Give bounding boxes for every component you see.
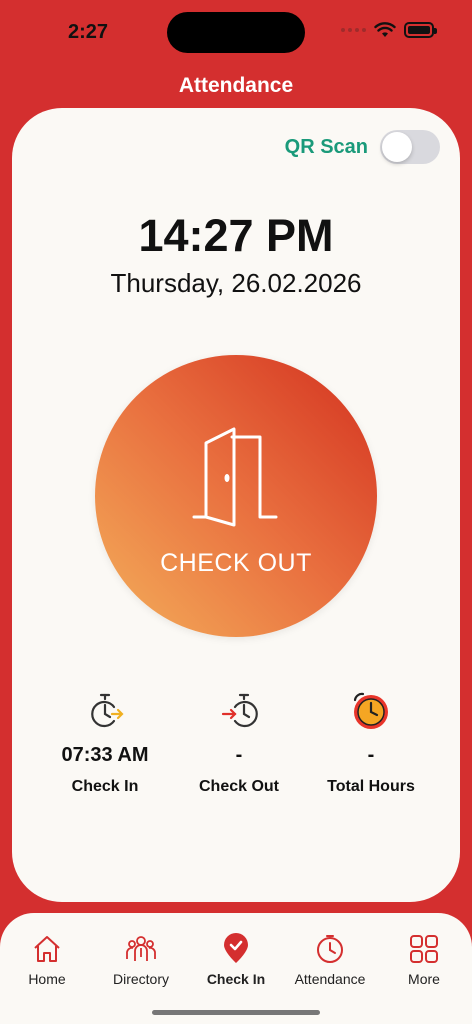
tab-home-label: Home: [28, 971, 66, 987]
check-out-button[interactable]: CHECK OUT: [95, 355, 377, 637]
tab-bar: Home Directory Check In Attendance More: [0, 913, 472, 1024]
tab-more-label: More: [408, 971, 440, 987]
dynamic-island: [167, 12, 305, 53]
tab-attendance-label: Attendance: [294, 971, 366, 987]
qr-scan-row: QR Scan: [285, 130, 440, 164]
tab-check-in[interactable]: Check In: [189, 933, 283, 987]
home-icon: [34, 936, 60, 962]
wifi-icon: [374, 22, 396, 37]
total-hours-label: Total Hours: [327, 778, 415, 795]
status-bar: 2:27: [0, 0, 472, 64]
toggle-knob: [382, 132, 412, 162]
check-out-timer-icon: [221, 693, 258, 728]
tab-attendance[interactable]: Attendance: [283, 933, 377, 987]
tab-check-in-label: Check In: [206, 971, 266, 987]
qr-scan-label: QR Scan: [284, 135, 368, 158]
stat-total-hours: - Total Hours: [296, 690, 446, 796]
tab-more[interactable]: More: [377, 933, 471, 987]
tab-directory[interactable]: Directory: [94, 933, 188, 987]
stat-check-out: - Check Out: [164, 690, 314, 796]
current-time: 14:27 PM: [138, 210, 334, 261]
people-icon: [126, 936, 156, 961]
signal-icon: [341, 28, 366, 32]
tab-directory-label: Directory: [112, 971, 169, 987]
qr-scan-toggle[interactable]: [380, 130, 440, 164]
alarm-clock-icon: [353, 692, 388, 729]
check-out-label: Check Out: [198, 778, 279, 795]
clock-icon: [317, 935, 343, 963]
battery-icon: [404, 22, 437, 38]
stat-check-in: 07:33 AM Check In: [30, 690, 180, 796]
check-in-label: Check In: [71, 778, 139, 795]
page-title: Attendance: [178, 74, 294, 97]
current-date: Thursday, 26.02.2026: [110, 268, 362, 298]
location-check-icon: [224, 933, 248, 963]
grid-icon: [410, 935, 438, 963]
total-hours-value: -: [367, 744, 375, 766]
check-out-value: -: [235, 744, 243, 766]
attendance-card: QR Scan 14:27 PM Thursday, 26.02.2026 CH…: [12, 108, 460, 902]
check-in-value: 07:33 AM: [61, 744, 149, 766]
attendance-stats: 07:33 AM Check In - Check Out - Total Ho…: [12, 690, 460, 810]
status-icons: [341, 22, 437, 38]
check-out-label: CHECK OUT: [160, 548, 312, 577]
home-indicator[interactable]: [152, 1010, 320, 1015]
check-in-timer-icon: [91, 693, 124, 728]
tab-home[interactable]: Home: [0, 933, 94, 987]
status-time: 2:27: [68, 21, 109, 43]
door-open-icon: [192, 427, 278, 526]
